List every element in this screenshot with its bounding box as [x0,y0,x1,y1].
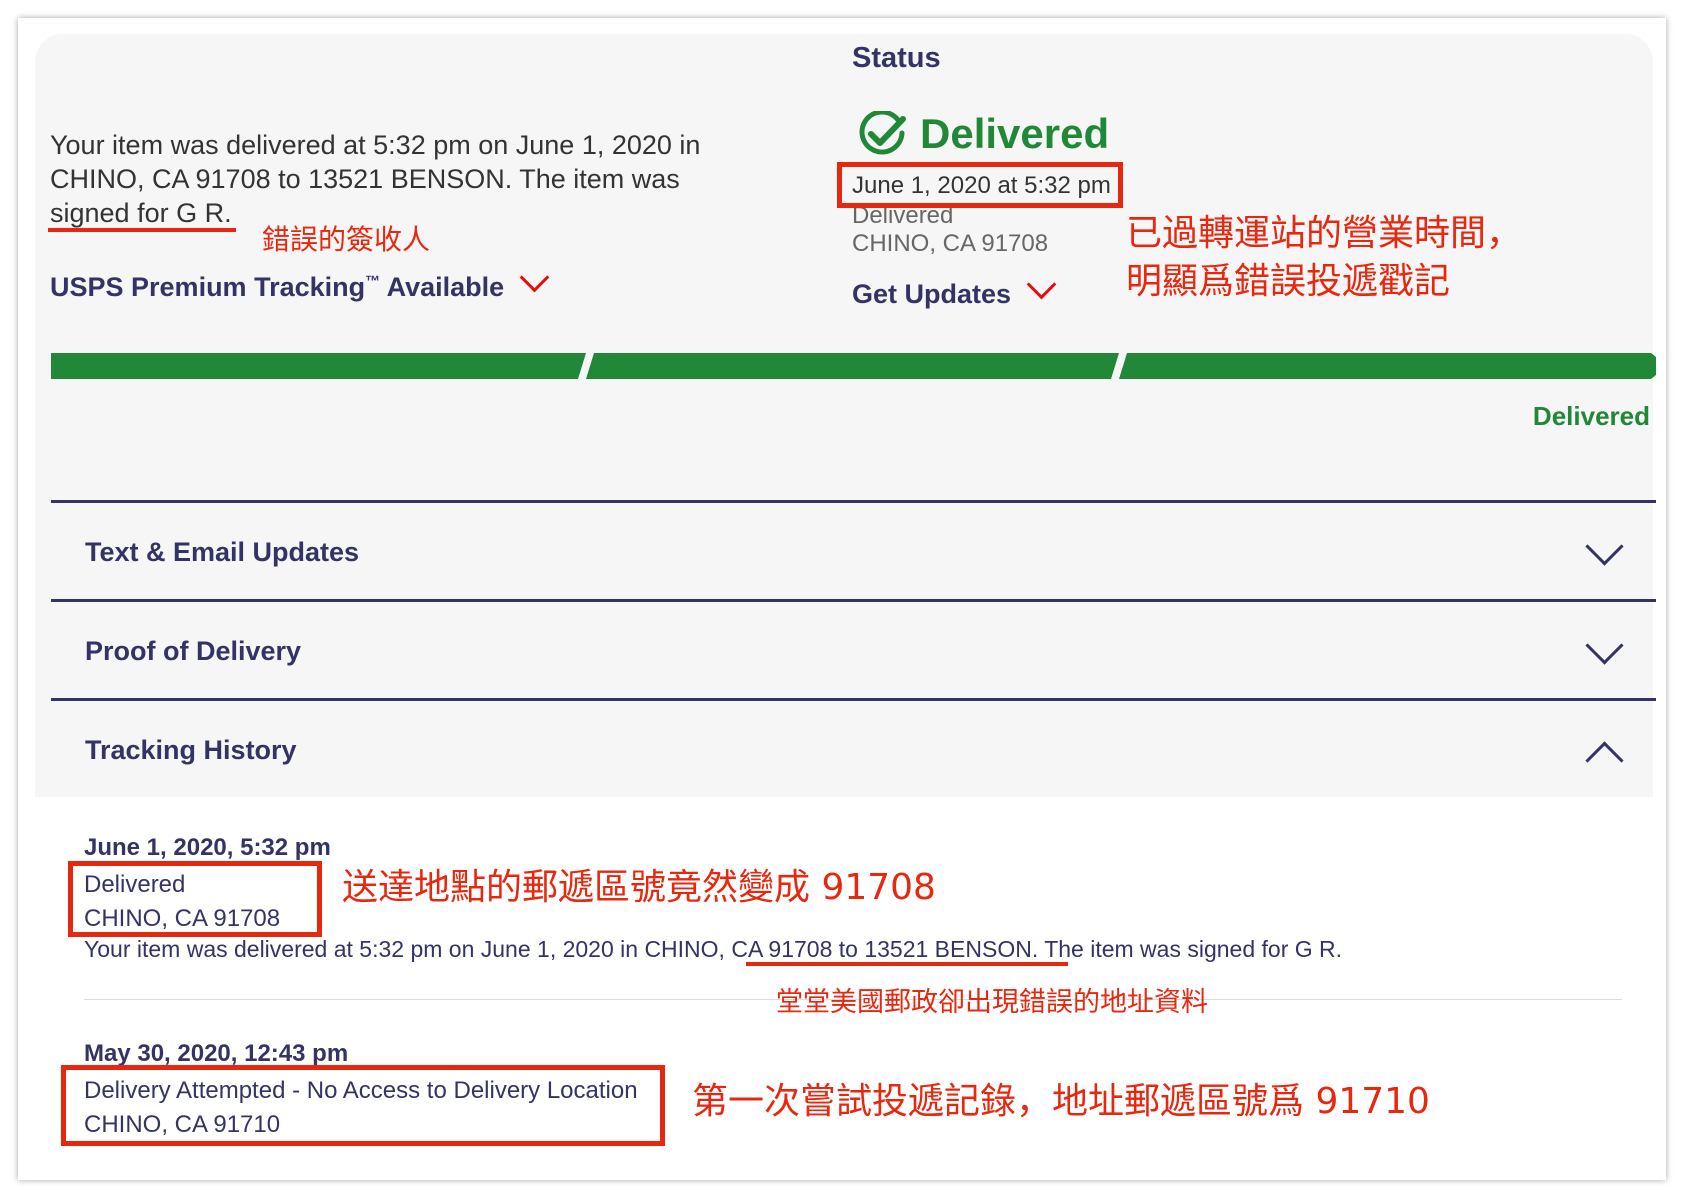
annotation-after-hours-line-1: 已過轉運站的營業時間， [1126,213,1523,254]
progress-bar [51,353,1656,379]
history-description: Your item was delivered at 5:32 pm on Ju… [84,936,1342,963]
status-datetime-highlight [837,162,1123,208]
signer-underline [48,228,236,232]
status-detail: Delivered CHINO, CA 91708 [852,202,1048,258]
annotation-first-attempt: 第一次嘗試投遞記錄，地址郵遞區號爲 91710 [692,1081,1430,1122]
accordion-text-email-updates[interactable]: Text & Email Updates [51,500,1656,599]
history-entry-2-highlight [61,1065,665,1146]
address-underline [746,962,1068,966]
delivery-summary: Your item was delivered at 5:32 pm on Ju… [50,128,740,230]
accordion-label: Tracking History [85,735,297,765]
accordion-label: Text & Email Updates [85,537,360,567]
history-entry-1-highlight [68,861,322,937]
progress-segment-3 [1119,353,1656,379]
progress-segment-2 [586,353,1119,379]
accordion-tracking-history[interactable]: Tracking History [51,698,1656,797]
delivered-status: Delivered [858,110,1109,158]
annotation-wrong-signer: 錯誤的簽收人 [262,223,431,256]
check-circle-icon [859,111,906,155]
get-updates-label: Get Updates [852,279,1012,309]
premium-tracking-toggle[interactable]: USPS Premium Tracking™ Available [50,262,550,303]
premium-tracking-label: USPS Premium Tracking [50,272,366,302]
annotation-zip-changed: 送達地點的郵遞區號竟然變成 91708 [342,867,936,908]
status-location: CHINO, CA 91708 [852,230,1049,257]
premium-tracking-suffix: Available [380,272,505,302]
history-desc-start: Your item was delivered at 5:32 pm on Ju… [84,936,732,962]
status-heading: Status [852,42,941,74]
chevron-up-icon [1585,741,1624,780]
annotation-wrong-address: 堂堂美國郵政卻出現錯誤的地址資料 [776,987,1208,1018]
chevron-down-icon [1585,527,1624,566]
summary-line-2: CHINO, CA 91708 to 13521 BENSON. The ite… [50,164,680,194]
delivered-label: Delivered [920,110,1110,157]
summary-line-1: Your item was delivered at 5:32 pm on Ju… [50,130,701,160]
accordion-label: Proof of Delivery [85,636,302,666]
accordion-proof-of-delivery[interactable]: Proof of Delivery [51,599,1656,698]
progress-label: Delivered [1532,401,1650,431]
trademark-mark: ™ [365,273,381,290]
get-updates-button[interactable]: Get Updates [852,269,1057,310]
progress-segment-1 [51,353,586,379]
history-desc-address: CA 91708 to 13521 BENSON [731,936,1032,962]
annotation-after-hours-line-2: 明顯爲錯誤投遞戳記 [1126,261,1451,302]
history-date: May 30, 2020, 12:43 pm [84,1040,349,1067]
annotation-after-hours: 已過轉運站的營業時間， 明顯爲錯誤投遞戳記 [1126,210,1522,306]
history-desc-end: . The item was signed for G R. [1031,936,1343,962]
chevron-down-icon [1585,626,1624,665]
